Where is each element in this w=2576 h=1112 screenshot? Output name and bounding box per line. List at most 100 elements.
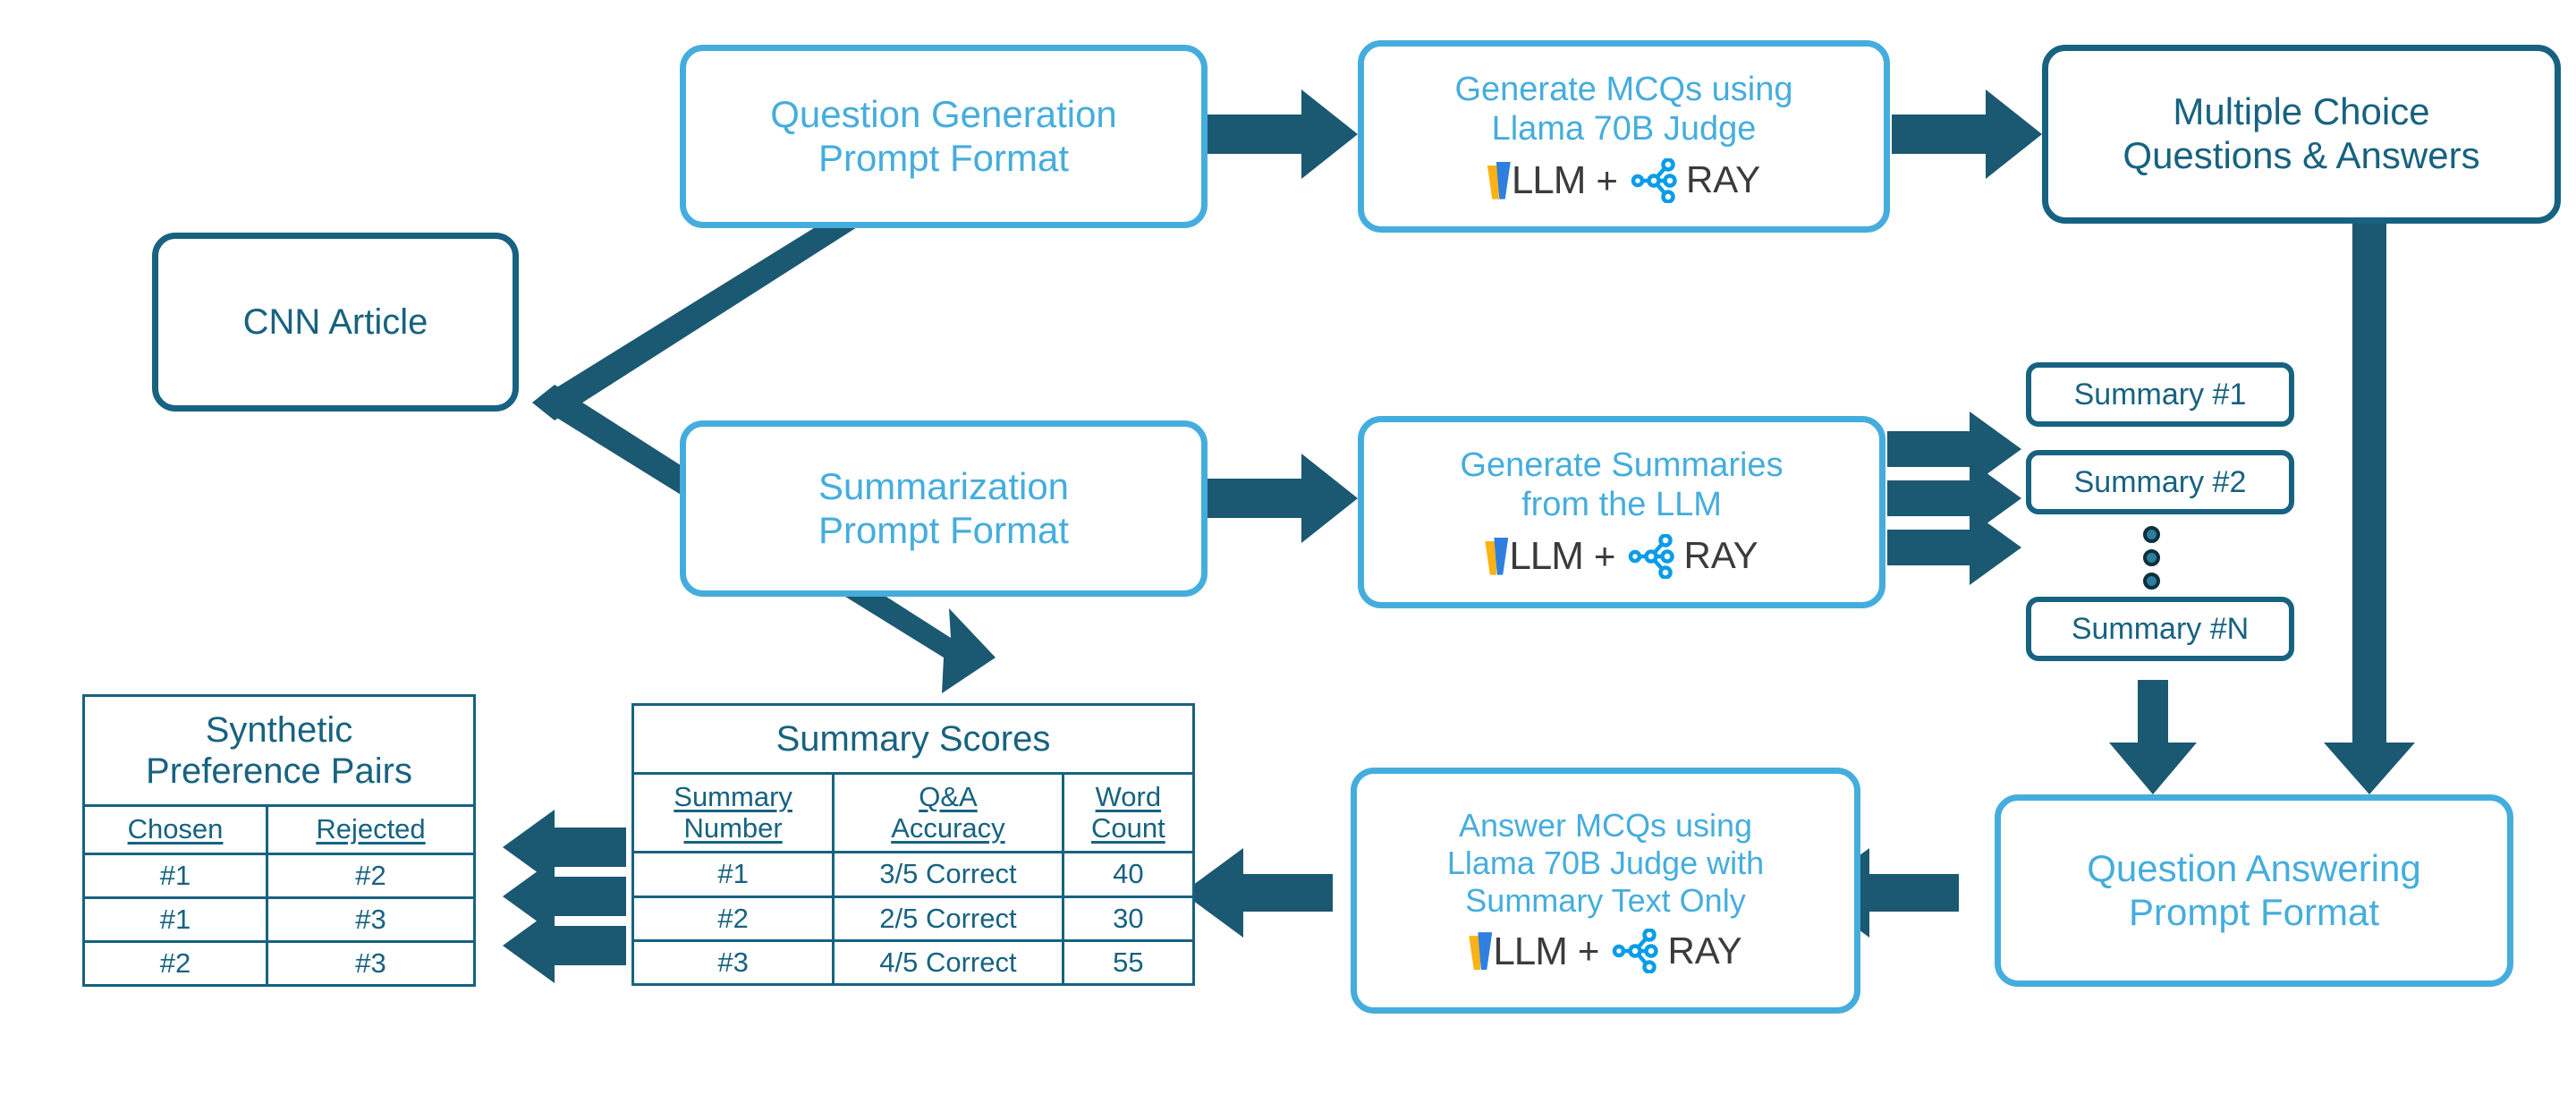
- table-title-row: Summary Scores: [631, 703, 1195, 775]
- header-summary-number: Summary Number: [631, 771, 835, 854]
- vllm-logo-text: LLM: [1493, 929, 1568, 973]
- table-row: #1 #3: [82, 896, 476, 943]
- cell-chosen: #1: [82, 852, 268, 899]
- vllm-logo-text: LLM: [1511, 158, 1587, 203]
- vllm-v-icon: [1485, 537, 1509, 575]
- vllm-logo-text: LLM: [1509, 534, 1584, 579]
- arrow-scores-to-pairs-1: [503, 810, 626, 885]
- table-row: #1 #2: [82, 852, 476, 899]
- summarization-line1: Summarization: [818, 464, 1070, 507]
- cell-word-count: 55: [1061, 938, 1196, 986]
- cell-rejected: #3: [266, 896, 476, 943]
- ray-graph-icon: [1631, 157, 1677, 203]
- arrow-scores-to-pairs-2: [503, 859, 626, 934]
- vllm-logo: LLM: [1469, 929, 1568, 974]
- answer-mcqs-line2: Llama 70B Judge with: [1446, 845, 1765, 882]
- question-generation-line1: Question Generation: [770, 92, 1117, 135]
- ray-logo-text: RAY: [1667, 929, 1742, 972]
- question-answering-line1: Question Answering: [2087, 846, 2421, 889]
- node-multiple-choice-qa[interactable]: Multiple Choice Questions & Answers: [2042, 45, 2561, 224]
- header-chosen: Chosen: [82, 804, 268, 855]
- ray-logo: RAY: [1626, 533, 1758, 579]
- header-qa-accuracy: Q&A Accuracy: [832, 771, 1064, 854]
- summary-pill-2-label: Summary #2: [2073, 464, 2247, 499]
- question-generation-line2: Prompt Format: [818, 136, 1070, 179]
- cell-summary-number: #1: [631, 851, 835, 898]
- summarization-line2: Prompt Format: [818, 508, 1070, 551]
- node-generate-summaries[interactable]: Generate Summaries from the LLM LLM + RA…: [1358, 416, 1885, 608]
- table-row: #2 2/5 Correct 30: [631, 895, 1196, 942]
- summary-scores-title: Summary Scores: [631, 703, 1195, 775]
- cell-qa-accuracy: 2/5 Correct: [832, 895, 1064, 942]
- vllm-v-icon: [1487, 161, 1511, 199]
- arrow-summarization-to-generate-summaries: [1208, 454, 1358, 543]
- arrow-answer-mcqs-to-summary-scores: [1182, 848, 1333, 938]
- summary-pill-1[interactable]: Summary #1: [2026, 362, 2294, 427]
- ray-logo-text: RAY: [1683, 534, 1758, 577]
- cell-chosen: #1: [82, 896, 268, 943]
- table-header-row: Summary Number Q&A Accuracy Word Count: [631, 771, 1196, 854]
- cell-summary-number: #2: [631, 895, 835, 942]
- plus-sign: +: [1593, 534, 1616, 577]
- header-rejected: Rejected: [266, 804, 476, 855]
- arrow-mcqa-to-question-answering: [2324, 224, 2415, 794]
- node-question-generation-prompt[interactable]: Question Generation Prompt Format: [680, 45, 1208, 228]
- cell-chosen: #2: [82, 939, 268, 988]
- generate-summaries-line2: from the LLM: [1521, 485, 1722, 523]
- mcqa-line2: Questions & Answers: [2123, 134, 2480, 176]
- ray-logo-text: RAY: [1685, 158, 1761, 201]
- vllm-logo: LLM: [1485, 533, 1584, 579]
- cell-qa-accuracy: 3/5 Correct: [832, 851, 1064, 898]
- node-question-answering-prompt[interactable]: Question Answering Prompt Format: [1995, 794, 2513, 987]
- table-title-row: Synthetic Preference Pairs: [82, 694, 476, 807]
- arrow-summaries-to-pill-1: [1887, 412, 2021, 487]
- ray-logo: RAY: [1629, 157, 1761, 203]
- node-generate-mcqs[interactable]: Generate MCQs using Llama 70B Judge LLM …: [1358, 40, 1890, 233]
- vllm-v-icon: [1469, 932, 1493, 971]
- plus-sign: +: [1596, 158, 1618, 201]
- answer-mcqs-line3: Summary Text Only: [1465, 881, 1746, 919]
- arrow-summaries-to-pill-3: [1887, 510, 2021, 585]
- arrow-summaries-to-pill-2: [1887, 461, 2021, 536]
- ray-graph-icon: [1613, 929, 1659, 974]
- arrow-summary-n-to-question-answering: [2109, 680, 2197, 794]
- cell-word-count: 40: [1061, 851, 1196, 898]
- vllm-ray-logo: LLM + RAY: [1460, 533, 1783, 579]
- mcqa-line1: Multiple Choice: [2173, 90, 2430, 133]
- arrow-scores-to-pairs-3: [503, 908, 626, 983]
- preference-pairs-title: Synthetic Preference Pairs: [82, 694, 476, 807]
- cell-rejected: #3: [266, 939, 476, 988]
- summary-pill-2[interactable]: Summary #2: [2026, 450, 2294, 514]
- table-row: #3 4/5 Correct 55: [631, 938, 1196, 986]
- cell-rejected: #2: [266, 852, 476, 899]
- vllm-ray-logo: LLM + RAY: [1447, 929, 1764, 974]
- answer-mcqs-line1: Answer MCQs using: [1458, 807, 1753, 845]
- node-summarization-prompt[interactable]: Summarization Prompt Format: [680, 420, 1208, 597]
- summary-pill-n-label: Summary #N: [2071, 611, 2250, 646]
- vertical-ellipsis: [2143, 526, 2160, 590]
- arrow-qgen-to-generate-mcqs: [1208, 89, 1358, 179]
- ray-logo: RAY: [1610, 929, 1742, 974]
- node-answer-mcqs[interactable]: Answer MCQs using Llama 70B Judge with S…: [1351, 768, 1860, 1014]
- summary-pill-n[interactable]: Summary #N: [2026, 597, 2294, 661]
- header-word-count: Word Count: [1061, 771, 1196, 854]
- cnn-article-label: CNN Article: [242, 301, 428, 342]
- plus-sign: +: [1577, 929, 1600, 972]
- table-header-row: Chosen Rejected: [82, 804, 476, 855]
- summary-pill-1-label: Summary #1: [2073, 377, 2247, 412]
- table-row: #1 3/5 Correct 40: [631, 851, 1196, 898]
- cell-word-count: 30: [1061, 895, 1196, 942]
- table-row: #2 #3: [82, 939, 476, 988]
- generate-mcqs-line1: Generate MCQs using: [1454, 70, 1793, 108]
- question-answering-line2: Prompt Format: [2128, 890, 2380, 933]
- vllm-logo: LLM: [1487, 157, 1586, 203]
- arrow-generate-mcqs-to-mcqa: [1892, 89, 2042, 179]
- cell-qa-accuracy: 4/5 Correct: [832, 938, 1064, 986]
- generate-summaries-line1: Generate Summaries: [1460, 446, 1784, 484]
- vllm-ray-logo: LLM + RAY: [1454, 157, 1792, 203]
- summary-scores-table: Summary Scores Summary Number Q&A Accura…: [631, 703, 1196, 986]
- generate-mcqs-line2: Llama 70B Judge: [1491, 109, 1757, 148]
- preference-pairs-table: Synthetic Preference Pairs Chosen Reject…: [82, 694, 476, 988]
- node-cnn-article[interactable]: CNN Article: [152, 233, 519, 412]
- ray-graph-icon: [1629, 533, 1675, 579]
